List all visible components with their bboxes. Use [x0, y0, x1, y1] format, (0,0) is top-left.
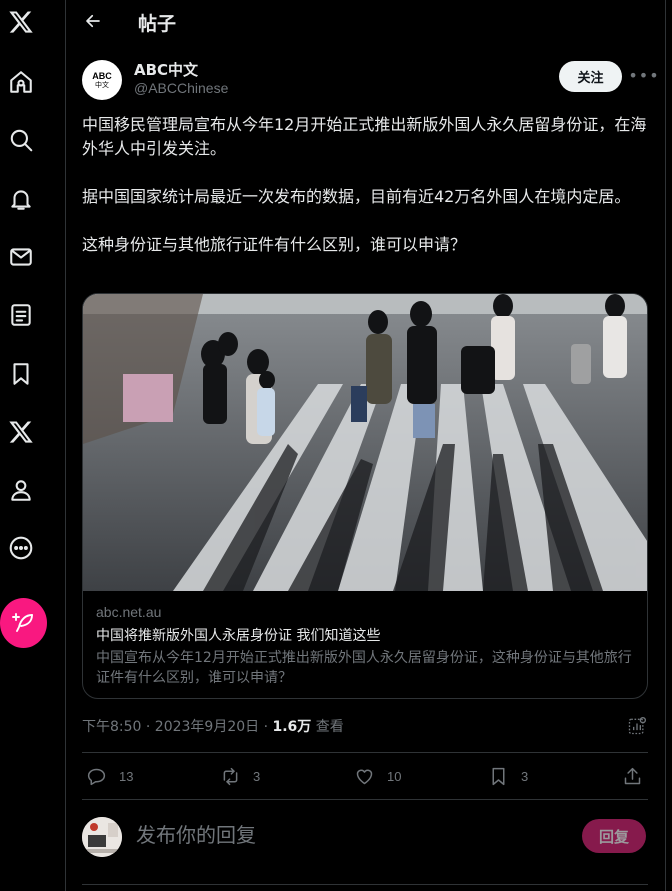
- follow-button[interactable]: 关注: [559, 61, 622, 92]
- reply-bubble-icon: [86, 766, 107, 787]
- side-navigation: [0, 0, 66, 891]
- bookmark-count: 3: [521, 768, 529, 784]
- messages-envelope-icon[interactable]: [0, 236, 42, 278]
- repost-count: 3: [253, 768, 261, 784]
- heart-icon: [354, 766, 375, 787]
- post-actions-bar: 13 3 10 3: [82, 762, 648, 790]
- share-action[interactable]: [622, 762, 643, 790]
- like-count: 10: [387, 768, 402, 784]
- back-arrow-icon[interactable]: [80, 8, 106, 34]
- more-options-circle-icon[interactable]: [0, 527, 42, 569]
- card-photo[interactable]: [83, 294, 647, 591]
- avatar-logo-text: ABC: [92, 70, 112, 81]
- reply-input[interactable]: [136, 821, 516, 849]
- share-upload-icon: [622, 766, 643, 787]
- post-text: 中国移民管理局宣布从今年12月开始正式推出新版外国人永久居留身份证，在海外华人中…: [82, 113, 647, 257]
- divider: [82, 884, 648, 885]
- crosswalk-travelers-photo: [83, 294, 647, 591]
- post-metadata: 下午8:50 · 2023年9月20日 · 1.6万 查看: [82, 716, 344, 736]
- like-action[interactable]: 10: [354, 762, 401, 790]
- card-description: 中国宣布从今年12月开始正式推出新版外国人永久居留身份证，这种身份证与其他旅行证…: [96, 650, 632, 686]
- reply-submit-button[interactable]: 回复: [582, 819, 646, 853]
- card-domain: abc.net.au: [96, 604, 162, 620]
- analytics-icon[interactable]: [627, 716, 647, 736]
- page-title: 帖子: [138, 13, 177, 35]
- bookmark-action[interactable]: 3: [488, 762, 528, 790]
- home-icon[interactable]: [0, 61, 42, 103]
- views-count: 1.6万: [272, 719, 312, 735]
- feather-plus-icon: [11, 611, 36, 635]
- reply-count: 13: [119, 768, 134, 784]
- link-preview-card[interactable]: abc.net.au 中国将推新版外国人永居身份证 我们知道这些 中国宣布从今年…: [82, 293, 648, 699]
- page-header: 帖子: [66, 0, 666, 44]
- author-display-name[interactable]: ABC中文: [134, 59, 198, 80]
- notifications-bell-icon[interactable]: [0, 178, 42, 220]
- post-paragraph: 这种身份证与其他旅行证件有什么区别，谁可以申请？: [82, 235, 467, 254]
- post-author: ABC 中文 ABC中文 @ABCChinese 关注 •••: [82, 58, 659, 102]
- x-logo-icon[interactable]: [0, 1, 42, 43]
- bookmarks-icon[interactable]: [0, 353, 42, 395]
- author-avatar[interactable]: ABC 中文: [82, 60, 122, 100]
- profile-icon[interactable]: [0, 469, 42, 511]
- compose-post-button[interactable]: [0, 598, 47, 648]
- avatar-logo-subtext: 中文: [95, 80, 109, 89]
- post-paragraph: 中国移民管理局宣布从今年12月开始正式推出新版外国人永久居留身份证，在海外华人中…: [82, 115, 647, 158]
- post-timestamp[interactable]: 下午8:50 · 2023年9月20日 ·: [82, 719, 273, 735]
- author-handle[interactable]: @ABCChinese: [134, 80, 228, 96]
- post-detail-column: 帖子 ABC 中文 ABC中文 @ABCChinese 关注 ••• 中国移民管…: [66, 0, 666, 891]
- lists-icon[interactable]: [0, 294, 42, 336]
- premium-x-icon[interactable]: [0, 411, 42, 453]
- reply-action[interactable]: 13: [86, 762, 133, 790]
- card-title: 中国将推新版外国人永居身份证 我们知道这些: [96, 628, 381, 644]
- more-menu-icon[interactable]: •••: [628, 65, 658, 85]
- divider: [82, 799, 648, 800]
- post-paragraph: 据中国国家统计局最近一次发布的数据，目前有近42万名外国人在境内定居。: [82, 187, 631, 206]
- bookmark-icon: [488, 766, 509, 787]
- divider: [82, 752, 648, 753]
- reply-composer: 回复: [82, 815, 648, 861]
- repost-action[interactable]: 3: [220, 762, 260, 790]
- search-icon[interactable]: [0, 119, 42, 161]
- views-label: 查看: [311, 719, 344, 735]
- repost-arrows-icon: [220, 766, 241, 787]
- current-user-avatar[interactable]: [82, 817, 122, 857]
